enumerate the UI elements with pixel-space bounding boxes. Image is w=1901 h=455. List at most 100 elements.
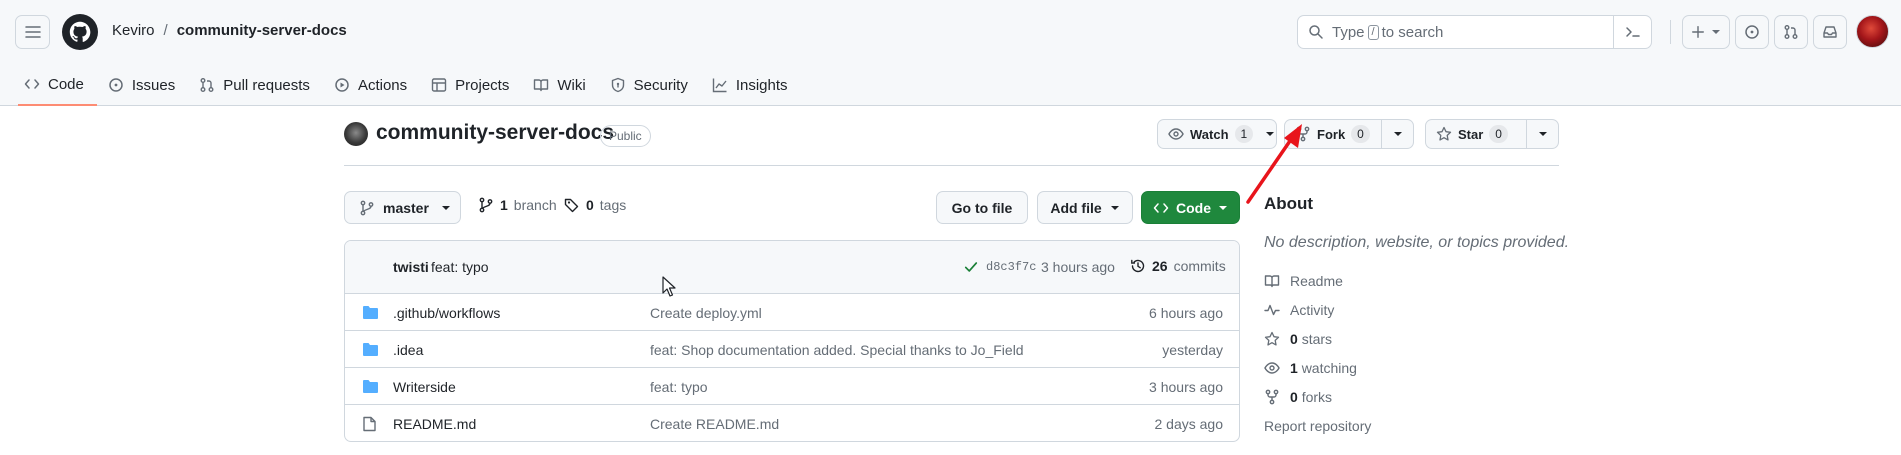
pulse-icon	[1264, 304, 1280, 316]
breadcrumb-owner[interactable]: Keviro	[112, 22, 155, 39]
commit-history-link[interactable]: 26 commits	[1130, 258, 1226, 274]
star-icon	[1436, 126, 1452, 141]
inbox-icon	[1823, 26, 1837, 38]
table-row[interactable]: README.md Create README.md 2 days ago	[345, 405, 1239, 441]
code-icon	[24, 79, 40, 89]
tag-count: 0	[586, 197, 594, 213]
folder-icon	[363, 343, 378, 356]
mouse-cursor-icon	[662, 276, 676, 297]
repo-title[interactable]: community-server-docs	[376, 121, 614, 145]
tab-label: Issues	[131, 76, 176, 94]
activity-link[interactable]: Activity	[1264, 302, 1334, 318]
command-palette-button[interactable]	[1613, 16, 1651, 48]
tab-projects[interactable]: Projects	[425, 66, 522, 104]
fork-count: 0	[1351, 125, 1370, 143]
branch-selector[interactable]: master	[344, 191, 461, 224]
stars-count: 0	[1290, 331, 1298, 347]
watching-count: 1	[1290, 360, 1298, 376]
tab-security[interactable]: Security	[604, 66, 701, 104]
star-dropdown[interactable]	[1526, 120, 1558, 148]
star-icon	[1264, 331, 1280, 346]
table-icon	[431, 78, 447, 92]
file-commit-message[interactable]: Create README.md	[650, 416, 779, 432]
tab-wiki[interactable]: Wiki	[527, 66, 598, 104]
watch-label: Watch	[1190, 126, 1229, 142]
repo-owner-avatar[interactable]	[344, 122, 368, 146]
watching-link[interactable]: 1 watching	[1264, 360, 1357, 376]
file-commit-message[interactable]: feat: typo	[650, 379, 708, 395]
eye-icon	[1264, 362, 1280, 374]
tab-label: Wiki	[557, 76, 586, 94]
issue-icon	[109, 78, 123, 92]
fork-dropdown[interactable]	[1381, 120, 1413, 148]
book-icon	[534, 79, 549, 92]
issues-button[interactable]	[1735, 15, 1769, 49]
commit-time: 3 hours ago	[1041, 259, 1115, 275]
table-row[interactable]: .idea feat: Shop documentation added. Sp…	[345, 331, 1239, 368]
branches-link[interactable]: 1 branch	[478, 197, 557, 213]
tab-label: Actions	[357, 76, 408, 94]
search-icon	[1309, 25, 1323, 39]
commit-sha[interactable]: d8c3f7c	[986, 260, 1036, 274]
code-button[interactable]: Code	[1141, 191, 1240, 224]
commit-author[interactable]: twisti	[393, 259, 429, 275]
star-label: Star	[1458, 126, 1484, 142]
branch-name: master	[383, 199, 429, 216]
pull-requests-button[interactable]	[1774, 15, 1808, 49]
go-to-file-label: Go to file	[951, 199, 1013, 216]
file-commit-time: yesterday	[1162, 342, 1223, 358]
star-button-group: Star 0	[1425, 119, 1559, 149]
search-placeholder-end: to search	[1381, 23, 1444, 41]
file-name[interactable]: README.md	[393, 416, 476, 432]
inbox-button[interactable]	[1813, 15, 1847, 49]
commit-message[interactable]: feat: typo	[431, 259, 489, 275]
add-file-button[interactable]: Add file	[1037, 191, 1133, 224]
watching-word: watching	[1301, 360, 1357, 376]
repo-nav: Code Issues Pull requests Actions Projec…	[18, 66, 806, 106]
tab-actions[interactable]: Actions	[328, 66, 420, 104]
tab-code[interactable]: Code	[18, 66, 97, 106]
menu-button[interactable]	[15, 15, 50, 49]
create-new-button[interactable]	[1682, 15, 1730, 49]
file-commit-message[interactable]: feat: Shop documentation added. Special …	[650, 342, 1024, 358]
file-commit-message[interactable]: Create deploy.yml	[650, 305, 762, 321]
branch-icon	[360, 200, 374, 215]
star-button[interactable]: Star 0	[1426, 120, 1526, 148]
user-avatar[interactable]	[1856, 15, 1889, 48]
caret-down-icon	[1110, 205, 1119, 210]
commit-word: commits	[1173, 258, 1226, 274]
about-heading: About	[1264, 194, 1314, 213]
file-name[interactable]: Writerside	[393, 379, 456, 395]
report-repository-link[interactable]: Report repository	[1264, 418, 1371, 434]
about-description: No description, website, or topics provi…	[1264, 234, 1570, 251]
table-row[interactable]: .github/workflows Create deploy.yml 6 ho…	[345, 294, 1239, 331]
add-file-label: Add file	[1050, 199, 1102, 216]
stars-link[interactable]: 0 stars	[1264, 331, 1332, 347]
eye-icon	[1168, 128, 1184, 140]
file-commit-time: 3 hours ago	[1149, 379, 1223, 395]
github-logo-icon[interactable]	[62, 14, 98, 50]
tab-insights[interactable]: Insights	[706, 66, 801, 104]
tab-label: Code	[48, 75, 84, 93]
file-name[interactable]: .idea	[393, 342, 423, 358]
search-shortcut-key: /	[1367, 24, 1379, 40]
table-row[interactable]: Writerside feat: typo 3 hours ago	[345, 368, 1239, 405]
global-header: Keviro / community-server-docs Type / to…	[0, 0, 1901, 106]
tab-label: Projects	[455, 76, 510, 94]
tab-pull-requests[interactable]: Pull requests	[193, 66, 323, 104]
check-icon[interactable]	[964, 260, 978, 274]
caret-down-icon	[1219, 205, 1227, 210]
file-name[interactable]: .github/workflows	[393, 305, 500, 321]
breadcrumb-repo[interactable]: community-server-docs	[177, 22, 347, 39]
pull-request-icon	[200, 78, 214, 92]
readme-link[interactable]: Readme	[1264, 273, 1343, 289]
forks-link[interactable]: 0 forks	[1264, 389, 1332, 405]
play-icon	[335, 78, 349, 92]
hamburger-icon	[24, 26, 41, 38]
tags-link[interactable]: 0 tags	[564, 197, 626, 213]
tab-issues[interactable]: Issues	[102, 66, 188, 104]
graph-icon	[712, 78, 727, 93]
file-table: twisti feat: typo d8c3f7c 3 hours ago 26…	[344, 240, 1240, 442]
go-to-file-button[interactable]: Go to file	[936, 191, 1028, 224]
search-input[interactable]: Type / to search	[1297, 15, 1652, 49]
